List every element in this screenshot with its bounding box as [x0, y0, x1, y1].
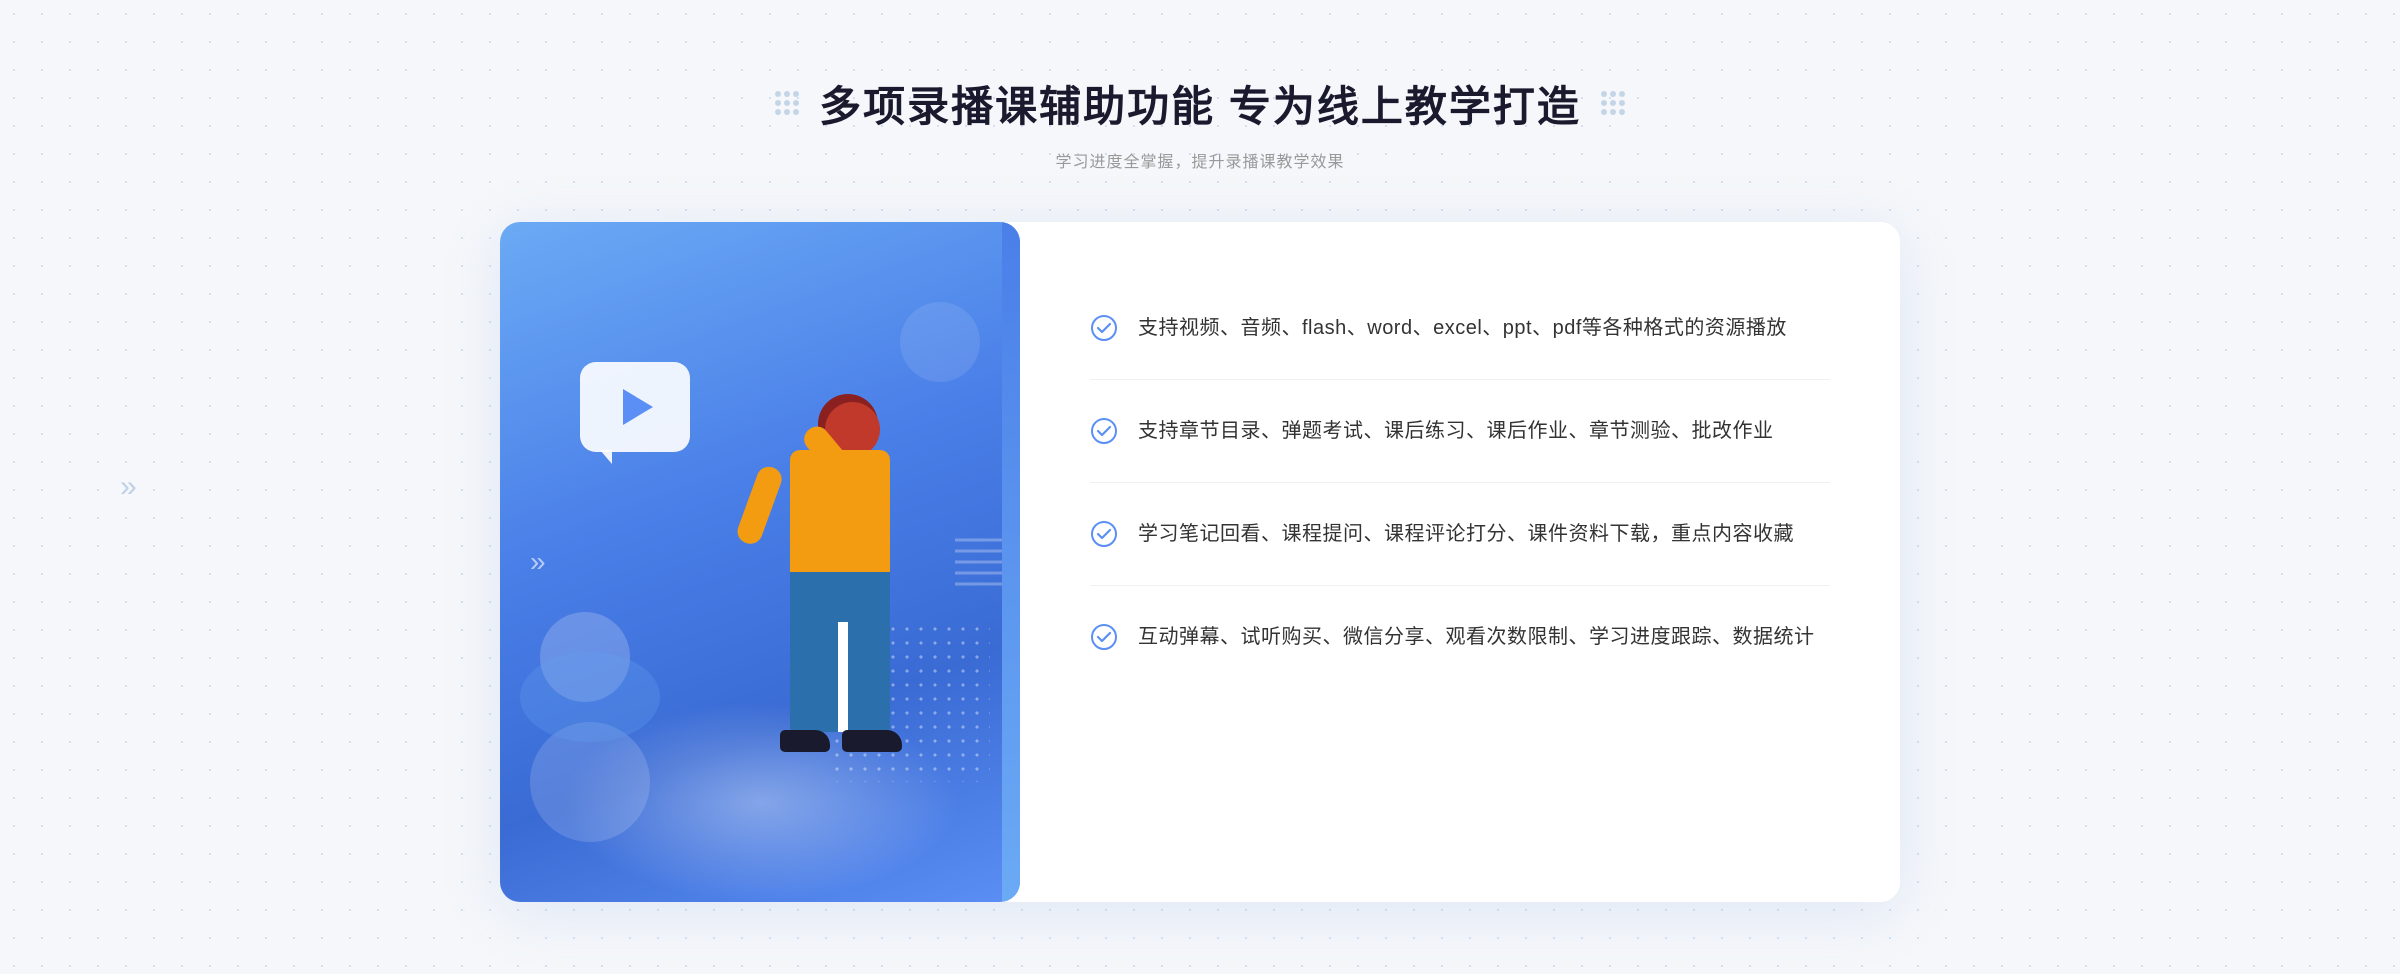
check-circle-icon-3: [1090, 520, 1118, 548]
feature-text-4: 互动弹幕、试听购买、微信分享、观看次数限制、学习进度跟踪、数据统计: [1138, 621, 1815, 653]
play-icon: [623, 389, 653, 425]
figure-shoe-left: [780, 730, 830, 752]
left-panel: »: [500, 222, 1020, 902]
deco-circle-2: [520, 652, 660, 742]
feature-text-1: 支持视频、音频、flash、word、excel、ppt、pdf等各种格式的资源…: [1138, 312, 1787, 344]
check-circle-icon-2: [1090, 417, 1118, 445]
figure-body: [790, 450, 890, 580]
feature-item-3: 学习笔记回看、课程提问、课程评论打分、课件资料下载，重点内容收藏: [1090, 483, 1830, 586]
page-container: 多项录播课辅助功能 专为线上教学打造 学习进度全掌握，提升录播课教学效果: [0, 0, 2400, 974]
subtitle: 学习进度全掌握，提升录播课教学效果: [0, 148, 2400, 172]
feature-item-1: 支持视频、音频、flash、word、excel、ppt、pdf等各种格式的资源…: [1090, 277, 1830, 380]
vertical-connector-bar: [1002, 222, 1020, 902]
left-chevron-icon: »: [120, 470, 137, 504]
feature-item-4: 互动弹幕、试听购买、微信分享、观看次数限制、学习进度跟踪、数据统计: [1090, 586, 1830, 688]
header-title-row: 多项录播课辅助功能 专为线上教学打造: [0, 73, 2400, 134]
content-section: »: [500, 222, 1900, 902]
left-arrow-decoration: »: [530, 546, 546, 578]
figure-shoe-right: [842, 730, 902, 752]
feature-text-2: 支持章节目录、弹题考试、课后练习、课后作业、章节测验、批改作业: [1138, 415, 1774, 447]
figure-arm-left: [734, 463, 785, 547]
figure-leg-gap: [838, 622, 848, 732]
check-circle-icon-4: [1090, 623, 1118, 651]
decorative-dots-right: [1601, 91, 1625, 115]
figure-illustration: [670, 382, 970, 902]
header-section: 多项录播课辅助功能 专为线上教学打造 学习进度全掌握，提升录播课教学效果: [0, 73, 2400, 172]
decorative-dots-left: [775, 91, 799, 115]
right-panel: 支持视频、音频、flash、word、excel、ppt、pdf等各种格式的资源…: [1020, 222, 1900, 902]
check-circle-icon-1: [1090, 314, 1118, 342]
feature-item-2: 支持章节目录、弹题考试、课后练习、课后作业、章节测验、批改作业: [1090, 380, 1830, 483]
main-title: 多项录播课辅助功能 专为线上教学打造: [819, 73, 1581, 134]
feature-text-3: 学习笔记回看、课程提问、课程评论打分、课件资料下载，重点内容收藏: [1138, 518, 1794, 550]
feature-list: 支持视频、音频、flash、word、excel、ppt、pdf等各种格式的资源…: [1090, 277, 1830, 688]
